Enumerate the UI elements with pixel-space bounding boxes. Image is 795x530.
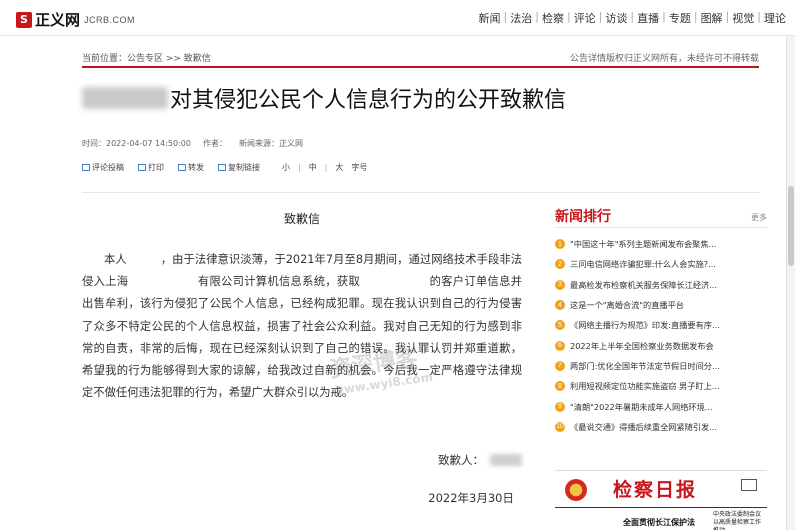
font-size-label: 字号 [351,163,368,172]
rank-item-title: 《网络主播行为规范》印发:直播要有序... [570,320,720,331]
rank-badge: 6 [555,340,565,351]
ad-headline: 全面贯彻长江保护法 [623,518,695,527]
content-divider [82,192,759,193]
letter-title: 致歉信 [283,212,320,226]
rank-item-title: 三问电信网络诈骗犯罪:什么人会实施?... [570,259,716,270]
logo-text: 正义网 [35,11,81,29]
list-item[interactable]: 1 "中国这十年"系列主题新闻发布会聚焦... [555,234,767,254]
article-body: 致歉信 本人 ，由于法律意识淡薄，于2021年7月至8月期间，通过网络技术手段非… [82,210,522,404]
barcode-icon [741,479,757,491]
list-item[interactable]: 9 "清朗"2022年暑期未成年人网络环境... [555,396,767,416]
nav-item[interactable]: 新闻 [476,10,504,26]
ad-side-text: 中央政法委制会议 以高质量检察工作推动... [713,511,762,530]
font-small-button[interactable]: 小 [282,162,290,173]
article-meta: 时间：2022-04-07 14:50:00 作者： 新闻来源：正义网 [82,138,315,149]
page-title: 对其侵犯公民个人信息行为的公开致歉信 [170,88,567,113]
top-header: S 正义网 JCRB.COM 新闻 | 法治 | 检察 | 评论 | 访谈 | 直播 | 专题 | 图解 | 视… [0,0,795,36]
site-logo[interactable]: S 正义网 JCRB.COM [16,9,135,30]
scrollbar[interactable] [786,36,795,530]
publish-time: 时间：2022-04-07 14:50:00 [82,139,191,148]
news-ranking: 新闻排行 更多 1 "中国这十年"系列主题新闻发布会聚焦... 2 三问电信网络诈骗犯… [555,206,767,437]
list-item[interactable]: 6 2022年上半年全国检察业务数据发布会 [555,335,767,355]
rank-item-title: 利用短视频定位功能实施盗窃 男子盯上... [570,381,720,392]
nav-item[interactable]: 评论 [571,10,599,26]
rank-badge: 10 [555,421,565,432]
nav-item[interactable]: 法治 [507,10,535,26]
print-icon [138,164,146,171]
header-divider [82,66,759,68]
rank-badge: 5 [555,320,565,331]
list-item[interactable]: 8 利用短视频定位功能实施盗窃 男子盯上... [555,376,767,396]
newspaper-ad[interactable]: 检察日报 全面贯彻长江保护法 中央政法委制会议 以高质量检察工作推动... [555,470,767,530]
redacted-name [82,87,168,109]
scrollbar-thumb[interactable] [788,186,794,266]
rank-item-title: 最高检发布检察机关服务保障长江经济... [570,279,717,290]
rank-badge: 1 [555,239,565,250]
rank-badge: 3 [555,279,565,290]
logo-icon: S [16,11,32,28]
list-item[interactable]: 3 最高检发布检察机关服务保障长江经济... [555,275,767,295]
author: 作者： [202,139,227,148]
rank-item-title: "中国这十年"系列主题新闻发布会聚焦... [570,239,717,250]
redacted-signer [490,454,522,466]
newspaper-name: 检察日报 [613,479,698,501]
print-button[interactable]: 打印 [138,162,164,173]
article-tools: 评论投稿 打印 转发 复制链接 小 | 中 | 大 字号 [82,162,375,173]
ranking-list: 1 "中国这十年"系列主题新闻发布会聚焦... 2 三问电信网络诈骗犯罪:什么人会实施… [555,234,767,437]
nav-item[interactable]: 视觉 [729,10,757,26]
list-item[interactable]: 4 这是一个"离婚合流"的直播平台 [555,295,767,315]
national-emblem-icon [565,479,587,501]
list-item[interactable]: 10 《最说交通》得播后续重全网紧随引发... [555,417,767,437]
share-button[interactable]: 转发 [178,162,204,173]
more-link[interactable]: 更多 [751,212,767,223]
rank-badge: 4 [555,300,565,311]
comment-button[interactable]: 评论投稿 [82,162,124,173]
share-icon [178,164,186,171]
font-medium-button[interactable]: 中 [309,162,317,173]
article-title-row: 对其侵犯公民个人信息行为的公开致歉信 [82,82,566,114]
link-icon [218,164,226,171]
list-item[interactable]: 7 两部门:优化全国年节法定节假日时间分... [555,356,767,376]
breadcrumb[interactable]: 当前位置：公告专区 >> 致歉信 [82,51,211,64]
nav-item[interactable]: 检察 [539,10,567,26]
rank-item-title: 两部门:优化全国年节法定节假日时间分... [570,360,720,371]
comment-icon [82,164,90,171]
copyright-notice: 公告详情版权归正义网所有，未经许可不得转载 [569,54,759,64]
ranking-title: 新闻排行 [555,209,611,225]
rank-item-title: 这是一个"离婚合流"的直播平台 [570,300,684,311]
rank-badge: 9 [555,401,565,412]
rank-item-title: 2022年上半年全国检察业务数据发布会 [570,340,714,351]
rank-badge: 7 [555,360,565,371]
list-item[interactable]: 5 《网络主播行为规范》印发:直播要有序... [555,315,767,335]
main-nav: 新闻 | 法治 | 检察 | 评论 | 访谈 | 直播 | 专题 | 图解 | 视觉 | 理论 [476,10,789,26]
nav-item[interactable]: 理论 [761,10,789,26]
news-source: 新闻来源：正义网 [238,139,303,148]
letter-date: 2022年3月30日 [428,491,514,505]
nav-item[interactable]: 专题 [666,10,694,26]
ad-divider [555,507,767,508]
ranking-header: 新闻排行 更多 [555,206,767,228]
signature: 致歉人： [82,452,522,468]
letter-text: 本人 ，由于法律意识淡薄，于2021年7月至8月期间，通过网络技术手段非法侵入上… [82,253,522,400]
font-large-button[interactable]: 大 [335,162,343,173]
nav-item[interactable]: 图解 [698,10,726,26]
copy-link-button[interactable]: 复制链接 [218,162,260,173]
rank-badge: 8 [555,381,565,392]
signer-label: 致歉人： [438,453,484,467]
nav-item[interactable]: 直播 [634,10,662,26]
nav-item[interactable]: 访谈 [602,10,630,26]
rank-item-title: "清朗"2022年暑期未成年人网络环境... [570,401,713,412]
rank-badge: 2 [555,259,565,270]
rank-item-title: 《最说交通》得播后续重全网紧随引发... [570,421,717,432]
logo-domain: JCRB.COM [84,14,136,25]
list-item[interactable]: 2 三问电信网络诈骗犯罪:什么人会实施?... [555,254,767,274]
